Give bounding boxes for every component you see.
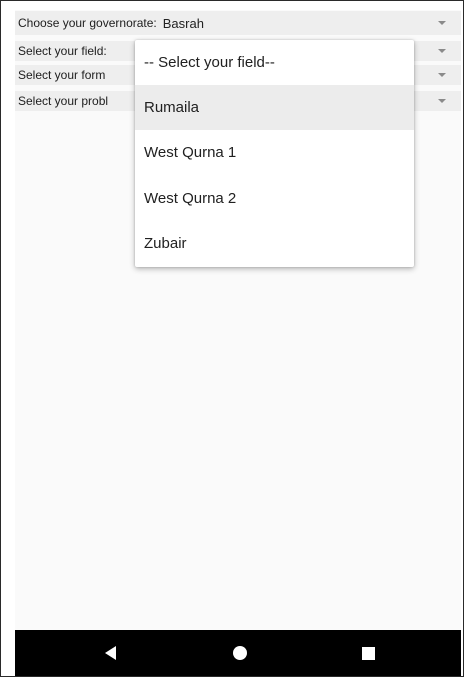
chevron-down-icon <box>438 21 446 25</box>
dropdown-option-west-qurna-2[interactable]: West Qurna 2 <box>135 176 414 221</box>
recents-button[interactable] <box>338 630 398 676</box>
dropdown-option-rumaila[interactable]: Rumaila <box>135 85 414 130</box>
recents-icon <box>361 646 375 660</box>
formation-label: Select your form <box>18 68 106 82</box>
navigation-bar <box>15 630 461 676</box>
back-button[interactable] <box>80 630 140 676</box>
chevron-down-icon <box>438 49 446 53</box>
governorate-label: Choose your governorate: <box>18 16 157 30</box>
dropdown-option-placeholder[interactable]: -- Select your field-- <box>135 40 414 85</box>
field-dropdown-menu: -- Select your field-- Rumaila West Qurn… <box>135 40 414 267</box>
governorate-value: Basrah <box>162 15 204 31</box>
device-frame: Choose your governorate: Basrah Select y… <box>0 0 464 677</box>
dropdown-option-zubair[interactable]: Zubair <box>135 221 414 266</box>
dropdown-option-west-qurna-1[interactable]: West Qurna 1 <box>135 130 414 175</box>
chevron-down-icon <box>438 73 446 77</box>
back-icon <box>104 646 116 660</box>
governorate-spinner[interactable]: Choose your governorate: Basrah <box>15 11 461 35</box>
problem-label: Select your probl <box>18 94 109 108</box>
app-screen: Choose your governorate: Basrah Select y… <box>15 10 461 630</box>
home-button[interactable] <box>210 630 270 676</box>
home-icon <box>233 646 247 660</box>
chevron-down-icon <box>438 99 446 103</box>
field-label: Select your field: <box>18 44 107 58</box>
